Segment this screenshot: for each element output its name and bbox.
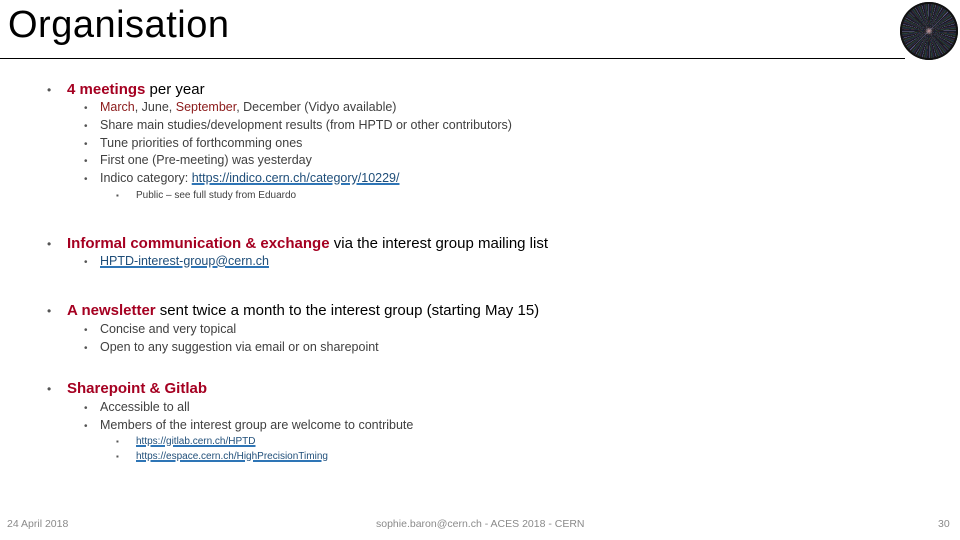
bullet-icon: • [84, 257, 88, 268]
sharepoint-item: • Members of the interest group are welco… [84, 418, 413, 432]
page-number: 30 [938, 518, 950, 530]
bullet-icon: • [47, 83, 52, 97]
espace-link[interactable]: https://espace.cern.ch/HighPrecisionTimi… [136, 451, 328, 462]
bullet-icon: • [47, 382, 52, 396]
sharepoint-item-text: Members of the interest group are welcom… [100, 418, 414, 432]
meetings-highlight: 4 meetings [67, 81, 146, 98]
bullet-icon: ▪ [116, 437, 119, 446]
dates-rest: , December (Vidyo available) [236, 100, 397, 114]
bullet-icon: • [84, 103, 88, 114]
newsletter-item: • Concise and very topical [84, 322, 236, 336]
newsletter-item-text: Open to any suggestion via email or on s… [100, 340, 379, 354]
dates-separator: , June, [134, 100, 176, 114]
month-march: March [100, 100, 135, 114]
bullet-icon: ▪ [116, 191, 119, 200]
share-text: Share main studies/development results (… [100, 118, 512, 132]
newsletter-highlight: A newsletter [67, 302, 156, 319]
public-text: Public – see full study from Eduardo [136, 190, 297, 201]
bullet-newsletter: • A newsletter sent twice a month to the … [47, 302, 539, 319]
bullet-icon: • [84, 121, 88, 132]
bullet-icon: • [84, 403, 88, 414]
bullet-sharepoint: • Sharepoint & Gitlab [47, 380, 207, 397]
meetings-tune: • Tune priorities of forthcomming ones [84, 136, 302, 150]
informal-email-item: • HPTD-interest-group@cern.ch [84, 254, 269, 268]
bullet-icon: • [47, 304, 52, 318]
bullet-icon: • [47, 237, 52, 251]
meetings-rest: per year [145, 81, 205, 98]
month-september: September [175, 100, 237, 114]
meetings-share: • Share main studies/development results … [84, 118, 512, 132]
sharepoint-item-text: Accessible to all [100, 400, 190, 414]
sharepoint-item: • Accessible to all [84, 400, 190, 414]
meetings-indico: • Indico category: https://indico.cern.ch… [84, 171, 399, 185]
footer-date: 24 April 2018 [7, 518, 69, 530]
espace-link-item: ▪ https://espace.cern.ch/HighPrecisionTim… [116, 451, 328, 462]
informal-rest: via the interest group mailing list [329, 235, 548, 252]
bullet-icon: • [84, 174, 88, 185]
bullet-icon: ▪ [116, 452, 119, 461]
informal-highlight: Informal communication & exchange [67, 235, 330, 252]
bullet-icon: • [84, 343, 88, 354]
mailing-list-link[interactable]: HPTD-interest-group@cern.ch [100, 254, 269, 268]
newsletter-item-text: Concise and very topical [100, 322, 237, 336]
bullet-informal: • Informal communication & exchange via t… [47, 235, 548, 252]
newsletter-rest: sent twice a month to the interest group… [155, 302, 540, 319]
slide-title: Organisation [8, 4, 230, 46]
first-text: First one (Pre-meeting) was yesterday [100, 153, 312, 167]
bullet-icon: • [84, 156, 88, 167]
sharepoint-highlight: Sharepoint & Gitlab [67, 380, 208, 397]
bullet-icon: • [84, 421, 88, 432]
cern-event-display-logo-icon [900, 2, 958, 60]
tune-text: Tune priorities of forthcomming ones [100, 136, 303, 150]
bullet-icon: • [84, 325, 88, 336]
indico-link[interactable]: https://indico.cern.ch/category/10229/ [192, 171, 400, 185]
gitlab-link[interactable]: https://gitlab.cern.ch/HPTD [136, 436, 256, 447]
indico-label: Indico category: [100, 171, 192, 185]
gitlab-link-item: ▪ https://gitlab.cern.ch/HPTD [116, 436, 256, 447]
bullet-icon: • [84, 139, 88, 150]
meetings-dates: • March, June, September, December (Vidyo… [84, 100, 396, 114]
footer-center: sophie.baron@cern.ch - ACES 2018 - CERN [376, 518, 585, 530]
newsletter-item: • Open to any suggestion via email or on … [84, 340, 379, 354]
meetings-first: • First one (Pre-meeting) was yesterday [84, 153, 312, 167]
meetings-public: ▪ Public – see full study from Eduardo [116, 190, 296, 201]
bullet-meetings: • 4 meetings per year [47, 81, 205, 98]
title-divider [0, 58, 905, 59]
